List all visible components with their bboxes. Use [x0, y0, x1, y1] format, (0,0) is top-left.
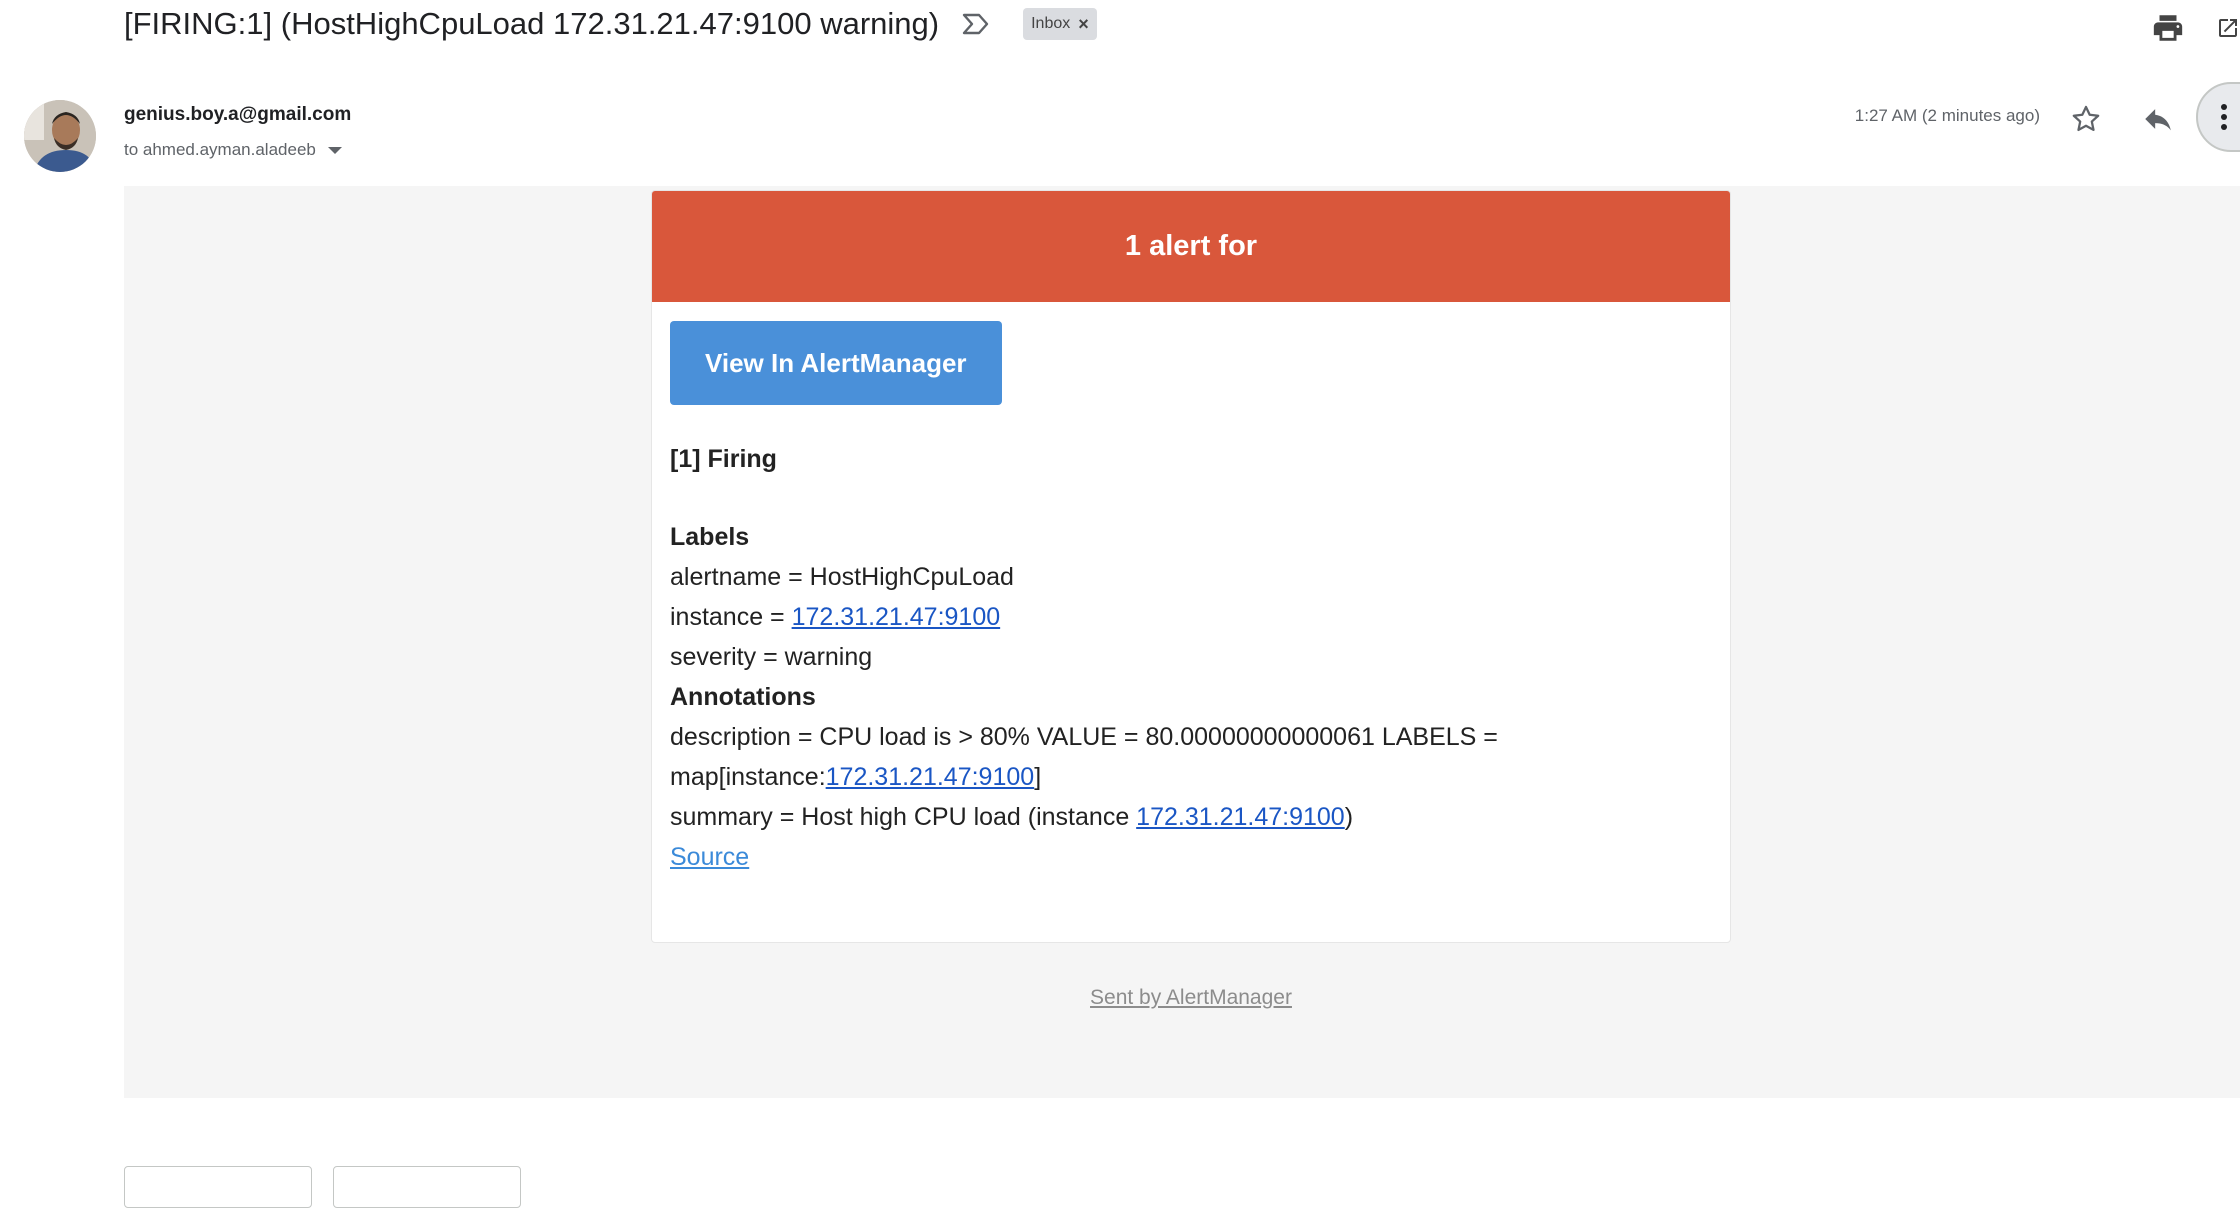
dropdown-arrow-icon[interactable] — [326, 140, 344, 160]
top-actions — [2144, 4, 2240, 52]
instance-prefix: instance = — [670, 603, 792, 631]
open-in-new-icon[interactable] — [2216, 4, 2240, 52]
view-in-alertmanager-button[interactable]: View In AlertManager — [670, 321, 1002, 405]
email-body: 1 alert for View In AlertManager [1] Fir… — [124, 186, 2240, 1098]
source-link[interactable]: Source — [670, 843, 749, 871]
annotations-title: Annotations — [670, 683, 816, 711]
instance-line: instance = 172.31.21.47:9100 — [670, 597, 1712, 637]
star-icon[interactable] — [2062, 95, 2110, 143]
labels-title: Labels — [670, 523, 750, 551]
inbox-label-chip[interactable]: Inbox × — [1023, 8, 1097, 40]
alertname-line: alertname = HostHighCpuLoad — [670, 563, 1014, 591]
inbox-label-text: Inbox — [1031, 15, 1071, 32]
alert-content: View In AlertManager [1] Firing Labels a… — [652, 302, 1730, 896]
description-prefix: map[instance: — [670, 763, 826, 791]
reply-icon[interactable] — [2134, 95, 2182, 143]
summary-instance-link[interactable]: 172.31.21.47:9100 — [1136, 803, 1345, 831]
alert-card: 1 alert for View In AlertManager [1] Fir… — [651, 190, 1731, 943]
alert-header: 1 alert for — [652, 191, 1730, 302]
description-line: description = CPU load is > 80% VALUE = … — [670, 723, 1498, 751]
message-timestamp: 1:27 AM (2 minutes ago) — [1854, 106, 2040, 125]
remove-label-icon[interactable]: × — [1078, 14, 1089, 35]
summary-suffix: ) — [1344, 803, 1354, 831]
sender-avatar[interactable] — [24, 100, 96, 172]
email-subject: [FIRING:1] (HostHighCpuLoad 172.31.21.47… — [124, 6, 940, 41]
sent-by-alertmanager-link[interactable]: Sent by AlertManager — [1090, 986, 1292, 1009]
important-marker-icon[interactable] — [961, 8, 1001, 40]
severity-line: severity = warning — [670, 643, 873, 671]
description-instance-link[interactable]: 172.31.21.47:9100 — [826, 763, 1035, 791]
subject-bar: [FIRING:1] (HostHighCpuLoad 172.31.21.47… — [124, 4, 1097, 44]
recipient-text: to ahmed.ayman.aladeeb — [124, 140, 316, 159]
description-map-line: map[instance:172.31.21.47:9100] — [670, 757, 1712, 797]
forward-button-partial[interactable] — [333, 1166, 521, 1208]
summary-line: summary = Host high CPU load (instance 1… — [670, 797, 1712, 837]
recipient-line[interactable]: to ahmed.ayman.aladeeb — [124, 140, 344, 160]
description-suffix: ] — [1034, 763, 1042, 791]
instance-link[interactable]: 172.31.21.47:9100 — [792, 603, 1001, 631]
reply-button-partial[interactable] — [124, 1166, 312, 1208]
print-icon[interactable] — [2144, 4, 2192, 52]
sender-email: genius.boy.a@gmail.com — [124, 104, 352, 125]
summary-prefix: summary = Host high CPU load (instance — [670, 803, 1137, 831]
firing-title: [1] Firing — [670, 445, 777, 473]
footer: Sent by AlertManager — [651, 986, 1731, 1010]
more-vert-icon[interactable] — [2196, 82, 2240, 152]
